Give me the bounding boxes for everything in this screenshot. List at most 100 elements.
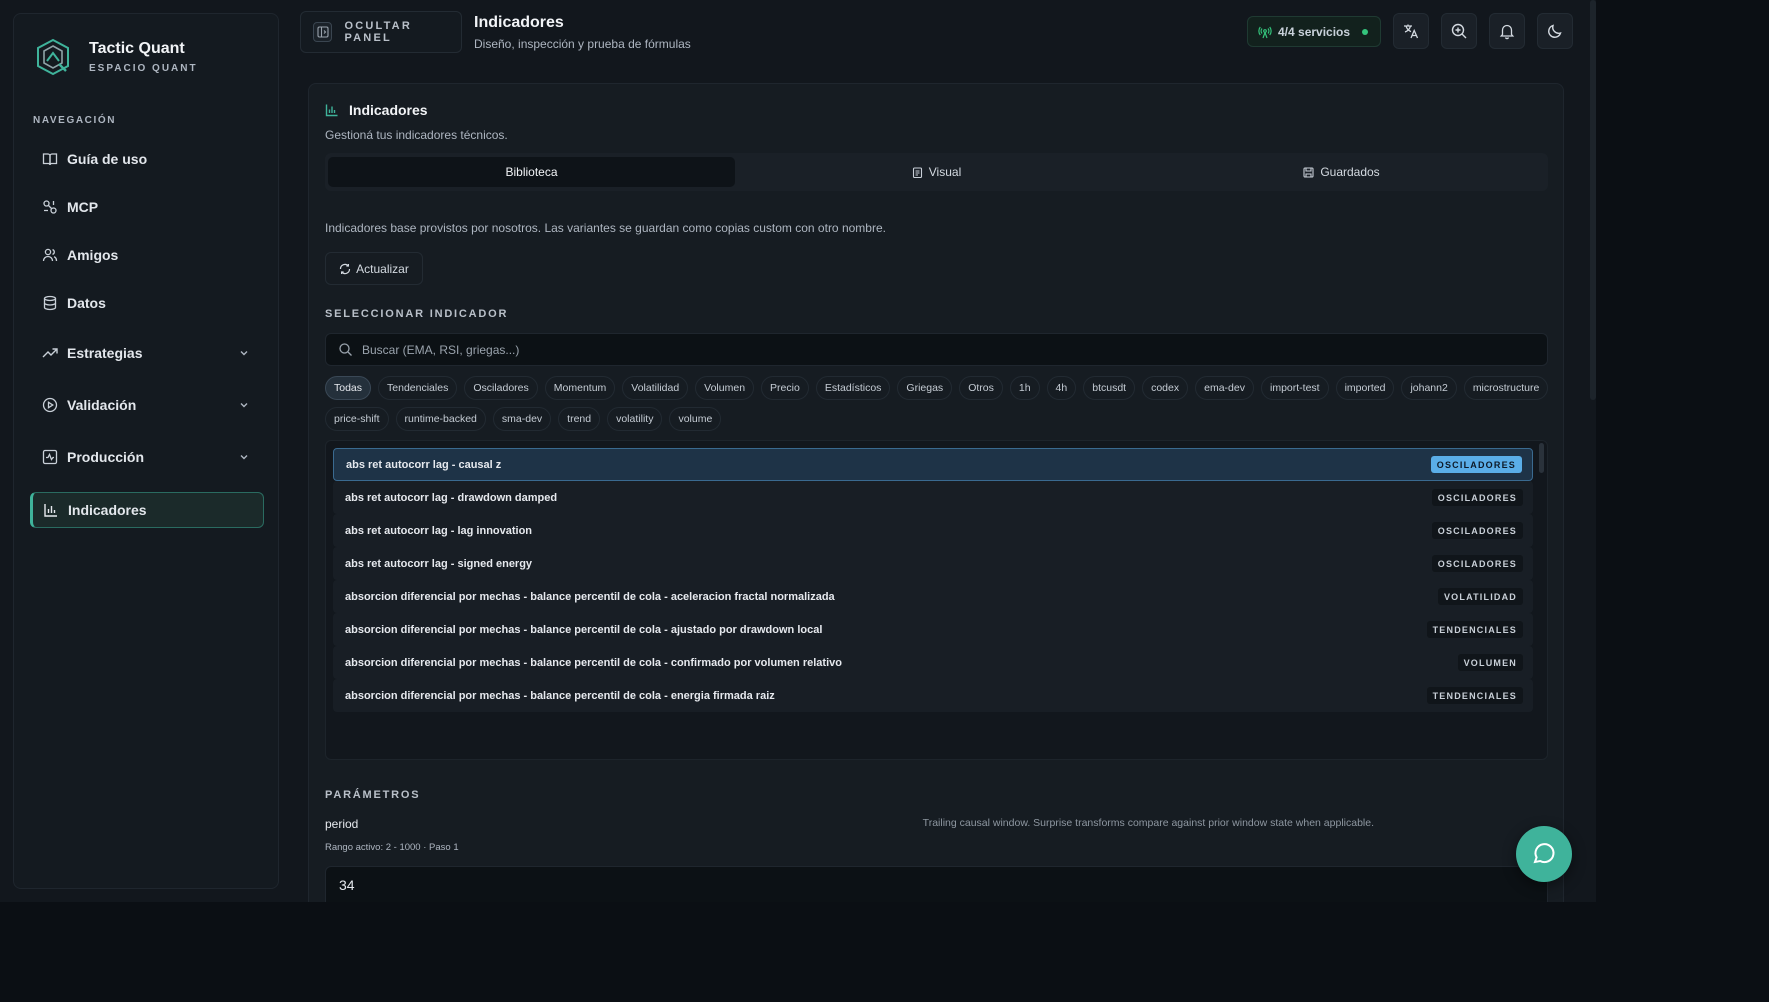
refresh-label: Actualizar [356,261,409,276]
search-icon [339,343,352,356]
tab-biblioteca[interactable]: Biblioteca [328,157,735,187]
category-badge: OSCILADORES [1430,456,1522,473]
sidebar-item-datos[interactable]: Datos [30,285,264,321]
filter-chip[interactable]: 4h [1046,376,1077,400]
sidebar-item-estrategias[interactable]: Estrategias [30,335,264,371]
nav-heading: NAVEGACIÓN [33,115,117,126]
indicator-search[interactable] [325,333,1548,366]
param-help: Trailing causal window. Surprise transfo… [922,817,1374,829]
filter-chip[interactable]: import-test [1260,376,1329,400]
search-input[interactable] [362,342,1462,357]
sidebar-item-amigos[interactable]: Amigos [30,237,264,273]
translate-button[interactable] [1393,13,1429,49]
filter-chip[interactable]: volatility [607,407,663,431]
theme-toggle-button[interactable] [1537,13,1573,49]
indicator-list-item[interactable]: abs ret autocorr lag - lag innovation OSC… [333,514,1533,547]
filter-chip[interactable]: Precio [761,376,809,400]
filter-chip[interactable]: codex [1142,376,1189,400]
hide-panel-button[interactable]: OCULTAR PANEL [300,11,462,53]
category-badge: VOLUMEN [1457,654,1523,671]
select-indicator-heading: SELECCIONAR INDICADOR [325,308,509,320]
tab-guardados[interactable]: Guardados [1138,157,1545,187]
filter-chip[interactable]: microstructure [1463,376,1549,400]
filter-chip[interactable]: btcusdt [1083,376,1136,400]
sidebar-item-label: Producción [67,449,145,465]
indicator-name: absorcion diferencial por mechas - balan… [345,623,823,636]
chat-button[interactable] [1516,826,1572,882]
indicator-list-item[interactable]: abs ret autocorr lag - causal z OSCILADOR… [333,448,1533,481]
app-window: Tactic Quant ESPACIO QUANT NAVEGACIÓN Gu… [0,0,1596,902]
indicator-list-item[interactable]: absorcion diferencial por mechas - balan… [333,646,1533,679]
filter-chip[interactable]: Otros [959,376,1003,400]
indicator-list-item[interactable]: abs ret autocorr lag - signed energy OSCI… [333,547,1533,580]
zoom-button[interactable] [1441,13,1477,49]
brand[interactable]: Tactic Quant ESPACIO QUANT [33,33,198,81]
sidebar-item-label: Datos [67,295,106,311]
filter-chip[interactable]: Osciladores [464,376,538,400]
sidebar-item-indicadores[interactable]: Indicadores [30,492,264,528]
sidebar-item-label: Indicadores [68,502,147,518]
filter-chip[interactable]: price-shift [325,407,389,431]
filter-chip[interactable]: Volumen [695,376,755,400]
param-period-input[interactable] [339,876,639,893]
filter-chip[interactable]: Momentum [544,376,616,400]
sidebar-item-produccion[interactable]: Producción [30,439,264,475]
filter-chip[interactable]: Volatilidad [622,376,689,400]
notifications-button[interactable] [1489,13,1525,49]
sidebar-item-label: Validación [67,397,137,413]
bell-icon [1499,24,1515,40]
brand-logo-icon [37,38,69,76]
card-subtitle: Gestioná tus indicadores técnicos. [325,128,508,142]
database-icon [43,295,57,311]
sidebar-item-guia[interactable]: Guía de uso [30,141,264,177]
services-status-badge[interactable]: 4/4 servicios [1247,16,1381,47]
category-badge: OSCILADORES [1431,522,1523,539]
status-dot [1362,28,1369,35]
filter-chip[interactable]: Estadísticos [815,376,891,400]
page-title: Indicadores [474,14,564,31]
filter-chip[interactable]: Griegas [897,376,953,400]
trending-up-icon [42,348,58,358]
filter-chip[interactable]: Tendenciales [378,376,458,400]
tabs: Biblioteca Visual Guardados [325,153,1548,191]
filter-chip[interactable]: runtime-backed [395,407,486,431]
chevron-down-icon[interactable] [238,347,250,359]
library-description: Indicadores base provistos por nosotros.… [325,221,886,235]
users-icon [42,248,58,262]
page-background [0,902,1769,1002]
sidebar-item-label: Amigos [67,247,119,263]
card-title-text: Indicadores [349,102,428,118]
indicator-list-item[interactable]: absorcion diferencial por mechas - balan… [333,613,1533,646]
list-scrollbar[interactable] [1539,443,1544,473]
indicator-name: abs ret autocorr lag - lag innovation [345,524,533,537]
filter-chip[interactable]: sma-dev [492,407,552,431]
indicator-list-item[interactable]: absorcion diferencial por mechas - balan… [333,580,1533,613]
filter-chip[interactable]: ema-dev [1195,376,1254,400]
filter-chip[interactable]: 1h [1009,376,1040,400]
filter-chip[interactable]: imported [1335,376,1395,400]
moon-icon [1548,24,1562,38]
indicator-list-item[interactable]: abs ret autocorr lag - drawdown damped OS… [333,481,1533,514]
bar-chart-icon [44,504,57,517]
filter-chip[interactable]: volume [669,407,722,431]
chevron-down-icon[interactable] [238,399,250,411]
page-subtitle: Diseño, inspección y prueba de fórmulas [474,37,691,51]
sidebar-item-mcp[interactable]: MCP [30,189,264,225]
mcp-icon [43,200,57,214]
filter-chip[interactable]: trend [558,407,601,431]
tab-label: Biblioteca [505,165,558,179]
refresh-button[interactable]: Actualizar [325,252,423,285]
translate-icon [1404,24,1419,39]
sidebar-item-validacion[interactable]: Validación [30,387,264,423]
category-badge: VOLATILIDAD [1437,588,1523,605]
tab-visual[interactable]: Visual [733,157,1140,187]
page-scrollbar[interactable] [1590,0,1596,400]
refresh-icon [340,263,351,274]
indicator-list-item[interactable]: absorcion diferencial por mechas - balan… [333,679,1533,712]
filter-chip[interactable]: Todas [325,376,372,400]
chevron-down-icon[interactable] [238,451,250,463]
parameters-heading: PARÁMETROS [325,789,421,801]
indicator-name: abs ret autocorr lag - drawdown damped [345,491,558,504]
filter-chip[interactable]: johann2 [1401,376,1457,400]
param-period-field[interactable] [325,866,1548,902]
